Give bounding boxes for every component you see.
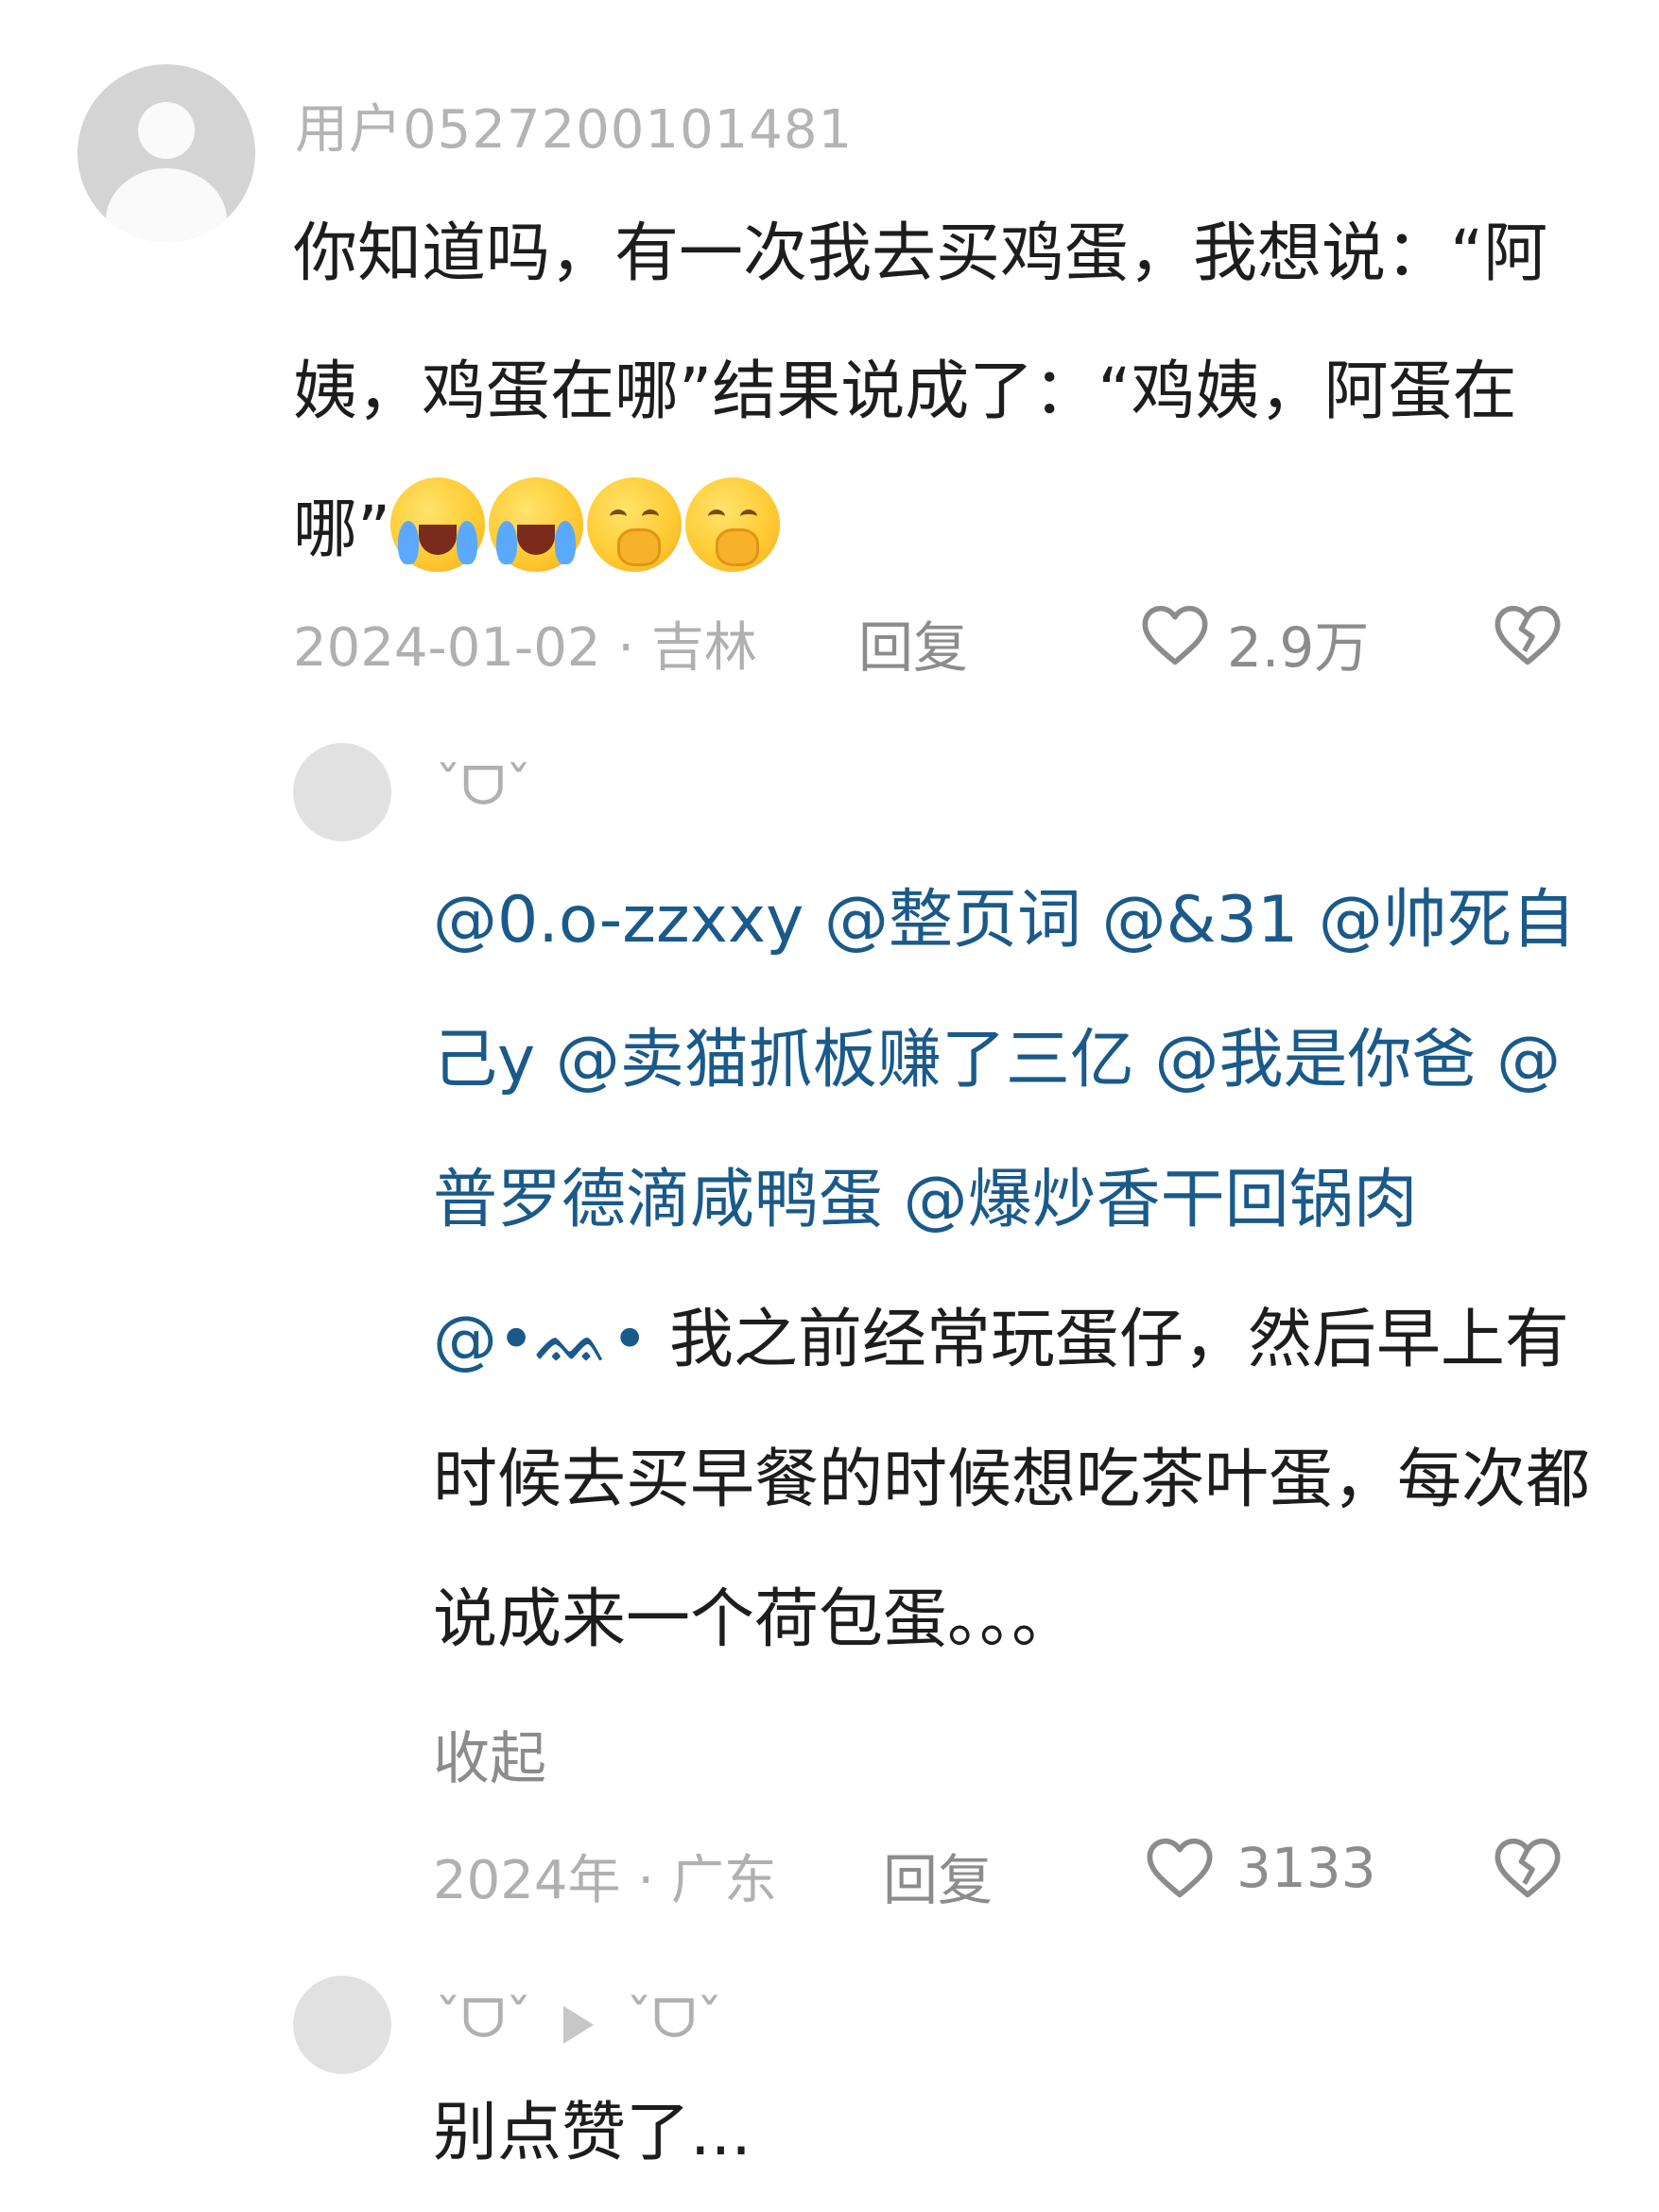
face-with-hand-over-mouth-icon bbox=[685, 477, 781, 572]
reply-to-arrow-icon bbox=[563, 2006, 594, 2044]
mention-link[interactable]: @0.o-zzxxy bbox=[433, 883, 804, 958]
avatar[interactable] bbox=[78, 64, 255, 242]
comment-date-location: 2024-01-02 · 吉林 bbox=[293, 617, 757, 679]
reply-to-username[interactable]: ˇᗜˇ bbox=[626, 1989, 722, 2051]
face-with-tears-of-joy-icon bbox=[489, 477, 584, 572]
face-with-hand-over-mouth-icon bbox=[587, 477, 683, 572]
like-count: 3133 bbox=[1236, 1836, 1376, 1900]
mention-link[interactable]: @•ᨐ• bbox=[433, 1303, 648, 1377]
mention-link[interactable]: @爆炒香干回锅肉 bbox=[904, 1163, 1418, 1237]
reply-username[interactable]: ˇᗜˇ bbox=[435, 756, 531, 819]
avatar[interactable] bbox=[293, 743, 391, 841]
face-with-tears-of-joy-icon bbox=[390, 477, 486, 572]
mention-link[interactable]: @卖猫抓板赚了三亿 bbox=[556, 1023, 1134, 1097]
mention-link[interactable]: @整页词 bbox=[824, 883, 1081, 958]
reply-date-location: 2024年 · 广东 bbox=[433, 1850, 777, 1911]
heart-icon[interactable] bbox=[1142, 1830, 1218, 1906]
comment-username[interactable]: 用户0527200101481 bbox=[295, 87, 853, 164]
like-count: 2.9万 bbox=[1227, 615, 1370, 680]
avatar-head-shape bbox=[138, 102, 195, 159]
reply-text: 别点赞了... bbox=[433, 2096, 752, 2170]
broken-heart-icon[interactable] bbox=[1490, 1830, 1565, 1906]
reply-button[interactable]: 回复 bbox=[883, 1836, 993, 1915]
broken-heart-icon[interactable] bbox=[1490, 597, 1565, 673]
avatar[interactable] bbox=[293, 1976, 391, 2074]
reply-button[interactable]: 回复 bbox=[858, 603, 968, 683]
reply-username[interactable]: ˇᗜˇ bbox=[435, 1989, 531, 2051]
avatar-body-shape bbox=[106, 168, 227, 242]
reply-text: @0.o-zzxxy @整页词 @&31 @帅死自己y @卖猫抓板赚了三亿 @我… bbox=[433, 851, 1605, 1690]
collapse-button[interactable]: 收起 bbox=[433, 1713, 546, 1795]
comment-text: 你知道吗，有一次我去买鸡蛋，我想说：“阿姨，鸡蛋在哪”结果说成了：“鸡姨，阿蛋在… bbox=[293, 185, 1579, 599]
heart-icon[interactable] bbox=[1137, 597, 1213, 673]
mention-link[interactable]: @&31 bbox=[1102, 883, 1299, 958]
mention-link[interactable]: @我是你爸 bbox=[1155, 1023, 1477, 1097]
